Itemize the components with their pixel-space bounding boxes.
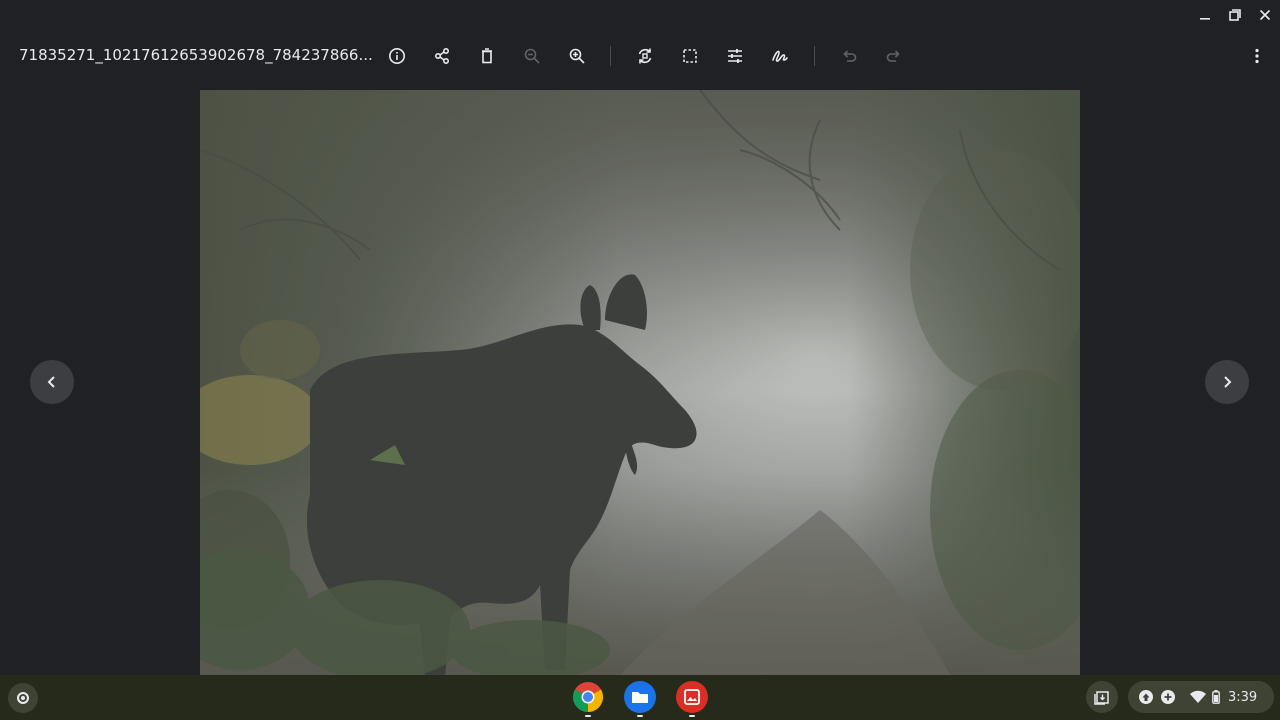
info-button[interactable] (379, 38, 415, 74)
restore-icon (1229, 9, 1241, 21)
minimize-icon (1200, 18, 1210, 20)
crop-icon (683, 49, 697, 63)
annotate-icon (772, 50, 788, 62)
gallery-app[interactable] (676, 681, 708, 717)
share-icon (434, 47, 450, 65)
rotate-button[interactable] (627, 38, 663, 74)
zoom-out-icon (524, 48, 540, 64)
restore-button[interactable] (1220, 0, 1250, 30)
close-icon (1259, 9, 1271, 21)
photo-canvas[interactable] (200, 90, 1080, 675)
shelf: 3:39 (0, 675, 1280, 720)
chevron-right-icon (1224, 376, 1232, 388)
adjust-icon (728, 49, 742, 63)
upload-icon (1138, 689, 1154, 705)
chrome-icon (572, 682, 604, 712)
minimize-button[interactable] (1190, 0, 1220, 30)
app-running-indicator (585, 715, 591, 717)
annotate-button[interactable] (762, 38, 798, 74)
next-image-button[interactable] (1205, 360, 1249, 404)
gallery-icon (684, 689, 700, 705)
rotate-icon (638, 48, 652, 64)
files-icon (632, 692, 648, 703)
zoom-in-icon (569, 48, 585, 64)
close-button[interactable] (1250, 0, 1280, 30)
wifi-icon (1190, 690, 1206, 704)
redo-button[interactable] (876, 38, 912, 74)
launcher-button[interactable] (8, 683, 38, 713)
delete-button[interactable] (469, 38, 505, 74)
zoom-in-button[interactable] (559, 38, 595, 74)
crop-button[interactable] (672, 38, 708, 74)
moose-in-foggy-forest-photo (200, 90, 1080, 675)
files-app[interactable] (624, 681, 656, 717)
undo-button[interactable] (831, 38, 867, 74)
chrome-app[interactable] (572, 681, 604, 717)
add-icon (1160, 689, 1176, 705)
redo-icon (886, 50, 900, 62)
holding-space-button[interactable] (1086, 681, 1118, 713)
file-name: 71835271_10217612653902678_784237866... (19, 46, 373, 64)
chevron-left-icon (47, 376, 55, 388)
app-running-indicator (689, 715, 695, 717)
toolbar-separator (610, 46, 611, 66)
holding-space-icon (1094, 691, 1109, 705)
battery-icon (1212, 690, 1220, 704)
share-button[interactable] (424, 38, 460, 74)
app-running-indicator (637, 715, 643, 717)
zoom-out-button[interactable] (514, 38, 550, 74)
adjust-button[interactable] (717, 38, 753, 74)
launcher-icon (17, 692, 29, 704)
delete-icon (482, 48, 492, 64)
previous-image-button[interactable] (30, 360, 74, 404)
more-vert-icon (1255, 48, 1259, 64)
more-options-button[interactable] (1239, 38, 1275, 74)
clock: 3:39 (1228, 689, 1258, 705)
undo-icon (843, 50, 857, 62)
viewer-toolbar: 71835271_10217612653902678_784237866... (0, 38, 1280, 74)
info-icon (389, 48, 405, 64)
status-tray[interactable]: 3:39 (1128, 681, 1274, 713)
toolbar-separator (814, 46, 815, 66)
window-controls (1190, 0, 1280, 30)
